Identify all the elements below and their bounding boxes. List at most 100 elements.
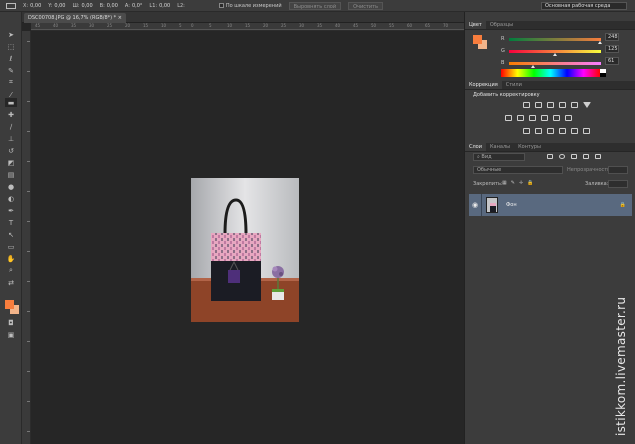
filter-shape-icon[interactable] [583,154,589,159]
layer-row-background[interactable]: ◉ Фон 🔒 [469,194,632,216]
slider-knob[interactable] [531,64,535,68]
tab-styles[interactable]: Стили [502,81,526,89]
red-slider[interactable]: R 248 [501,33,619,44]
l2-field[interactable]: L2: [177,3,185,9]
gradient-map-icon[interactable] [583,102,591,108]
history-brush-tool-icon[interactable]: ↺ [5,146,17,155]
levels-icon[interactable] [535,102,542,108]
hand-tool-icon[interactable]: ✋ [5,254,17,263]
slider-knob[interactable] [598,40,602,44]
angle-field[interactable]: A: 0,0° [125,3,142,9]
move-tool-icon[interactable]: ➤ [5,30,17,39]
marquee-tool-icon[interactable]: ⬚ [5,42,17,51]
vibrance-icon[interactable] [571,102,578,108]
shadows-icon[interactable] [583,128,590,134]
adjustments-panel-tabs: Коррекция Стили [465,81,635,90]
exposure-icon[interactable] [559,102,566,108]
clear-button[interactable]: Очистить [348,1,384,10]
filter-adjust-icon[interactable] [559,154,565,159]
blue-value-input[interactable]: 61 [605,57,619,65]
blue-slider[interactable]: B 61 [501,57,619,68]
posterize-icon[interactable] [535,128,542,134]
type-tool-icon[interactable]: T [5,218,17,227]
quick-mask-icon[interactable]: ◘ [5,318,17,327]
filter-pixel-icon[interactable] [547,154,553,159]
crop-tool-icon[interactable]: ⌗ [5,78,17,87]
ruler-label: 0 [191,23,194,28]
layer-filter-select[interactable]: ⌕ Вид [473,153,525,161]
color-spectrum[interactable] [501,69,600,77]
selective-color-icon[interactable] [559,128,566,134]
black-white-ramp[interactable] [600,69,606,77]
y-field[interactable]: Y: 0,00 [48,3,65,9]
height-field[interactable]: В: 0,00 [100,3,118,9]
gradient-map-icon[interactable] [571,128,578,134]
blur-tool-icon[interactable]: ● [5,182,17,191]
workspace-select[interactable]: Основная рабочая среда [541,2,627,10]
tab-channels[interactable]: Каналы [486,143,514,151]
blend-mode-select[interactable]: Обычные [473,166,563,174]
tab-layers[interactable]: Слои [465,143,486,151]
close-icon[interactable]: × [118,15,122,21]
document-image[interactable] [191,178,299,322]
black-white-icon[interactable] [529,115,536,121]
channel-mixer-icon[interactable] [553,115,560,121]
ruler-label: 25 [107,23,113,28]
color-balance-icon[interactable] [517,115,524,121]
lasso-tool-icon[interactable]: ℓ [5,54,17,63]
invert-icon[interactable] [523,128,530,134]
lock-icons[interactable]: ▦✎✛🔒 [502,180,537,186]
clone-stamp-tool-icon[interactable]: ⊥ [5,134,17,143]
quick-select-tool-icon[interactable]: ✎ [5,66,17,75]
fill-input[interactable] [608,180,628,188]
zoom-tool-icon[interactable]: ⌕ [5,266,17,275]
opacity-input[interactable] [608,166,628,174]
panel-foreground-swatch[interactable] [473,35,482,44]
curves-icon[interactable] [547,102,554,108]
document-tab[interactable]: DSC00708.JPG @ 16,7% (RGB/8*) * × [24,13,126,23]
opacity-label: Непрозрачность: [567,167,612,173]
checkbox-box[interactable] [218,3,224,8]
x-field[interactable]: X: 0,00 [23,3,41,9]
ruler-label: 25 [281,23,287,28]
brush-tool-icon[interactable]: ∕ [5,122,17,131]
tab-adjustments[interactable]: Коррекция [465,81,502,89]
photo-filter-icon[interactable] [541,115,548,121]
red-value-input[interactable]: 248 [605,33,619,41]
pen-tool-icon[interactable]: ✒ [5,206,17,215]
scale-checkbox[interactable]: По шкале измерений [218,3,282,9]
color-lookup-icon[interactable] [565,115,572,121]
gradient-tool-icon[interactable]: ▤ [5,170,17,179]
screen-mode-icon[interactable]: ▣ [5,330,17,339]
ruler-label: 45 [353,23,359,28]
filter-type-icon[interactable] [571,154,577,159]
green-value-input[interactable]: 125 [605,45,619,53]
filter-smart-icon[interactable] [595,154,601,159]
lock-label: Закрепить: [473,181,503,187]
l1-field[interactable]: L1: 0,00 [149,3,170,9]
swap-colors-icon[interactable]: ⇄ [5,278,17,287]
dodge-tool-icon[interactable]: ◐ [5,194,17,203]
ruler-label: 15 [143,23,149,28]
ruler-label: 60 [407,23,413,28]
ruler-tool-icon[interactable]: ▬ [5,98,17,107]
vertical-ruler [22,31,31,444]
shape-tool-icon[interactable]: ▭ [5,242,17,251]
green-slider[interactable]: G 125 [501,45,619,56]
eraser-tool-icon[interactable]: ◩ [5,158,17,167]
straighten-layer-button[interactable]: Выровнять слой [288,1,342,10]
tab-color[interactable]: Цвет [465,21,486,29]
width-field[interactable]: Ш: 0,00 [72,3,92,9]
slider-knob[interactable] [553,52,557,56]
threshold-icon[interactable] [547,128,554,134]
foreground-color-swatch[interactable] [5,300,14,309]
ruler-tool-icon[interactable] [6,2,16,9]
tab-paths[interactable]: Контуры [514,143,545,151]
path-select-tool-icon[interactable]: ↖ [5,230,17,239]
ruler-label: 55 [389,23,395,28]
healing-brush-tool-icon[interactable]: ✚ [5,110,17,119]
brightness-icon[interactable] [523,102,530,108]
tab-swatches[interactable]: Образцы [486,21,517,29]
hue-saturation-icon[interactable] [505,115,512,121]
eye-icon[interactable]: ◉ [469,201,481,209]
